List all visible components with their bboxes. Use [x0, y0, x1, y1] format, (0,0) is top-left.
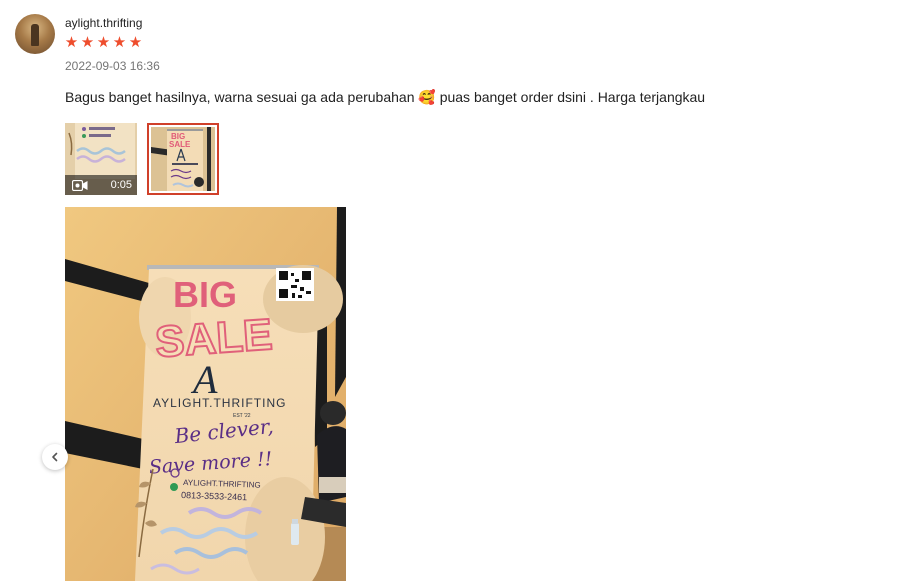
star-icon: ★	[80, 34, 95, 51]
brand-name: AYLIGHT.THRIFTING	[153, 396, 286, 410]
video-duration: 0:05	[110, 179, 132, 191]
product-review: aylight.thrifting ★ ★ ★ ★ ★ 2022-09-03 1…	[0, 0, 907, 581]
chevron-left-icon	[52, 452, 58, 462]
star-icon: ★	[64, 34, 79, 51]
comment-text: Bagus banget hasilnya, warna sesuai ga a…	[65, 89, 415, 105]
reviewer-username[interactable]: aylight.thrifting	[65, 16, 142, 30]
avatar[interactable]	[15, 14, 55, 54]
review-comment: Bagus banget hasilnya, warna sesuai ga a…	[65, 89, 705, 106]
star-icon: ★	[112, 34, 127, 51]
star-rating: ★ ★ ★ ★ ★	[64, 34, 143, 52]
review-timestamp: 2022-09-03 16:36	[65, 59, 160, 73]
image-thumbnail-selected[interactable]: BIG SALE	[147, 123, 219, 195]
previous-photo-button[interactable]	[42, 444, 68, 470]
video-thumbnail[interactable]: 0:05	[65, 123, 137, 195]
svg-text:SALE: SALE	[169, 140, 191, 149]
star-icon: ★	[128, 34, 143, 51]
avatar-figure	[31, 24, 39, 46]
star-icon: ★	[96, 34, 111, 51]
video-camera-icon	[72, 180, 88, 191]
thumbnail-preview: BIG SALE	[151, 127, 215, 191]
review-photo[interactable]: BIG SALE A AYLIGHT.THRIFTING EST '22 Be …	[65, 207, 346, 581]
banner-title-big: BIG	[173, 274, 237, 315]
smiling-hearts-emoji-icon: 🥰	[418, 89, 436, 105]
video-info-bar: 0:05	[65, 175, 137, 195]
comment-text-continued: puas banget order dsini . Harga terjangk…	[439, 89, 706, 105]
